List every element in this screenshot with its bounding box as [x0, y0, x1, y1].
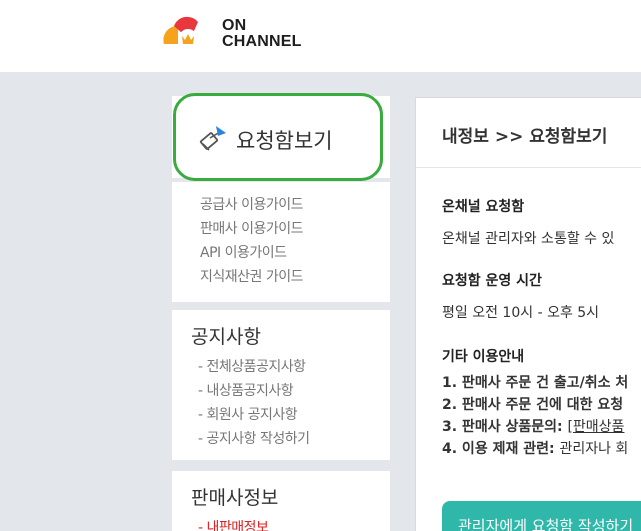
- breadcrumb: 내정보 >> 요청함보기: [442, 127, 608, 147]
- logo-text-channel: CHANNEL: [222, 33, 302, 50]
- seller-info-title: 판매사정보: [191, 487, 279, 509]
- top-header: ON CHANNEL: [0, 0, 641, 72]
- notice-box: 공지사항 - 전체상품공지사항 - 내상품공지사항 - 회원사 공지사항 - 공…: [172, 310, 390, 460]
- main-content: 내정보 >> 요청함보기 온채널 요청함 온채널 관리자와 소통할 수 있 요청…: [415, 97, 641, 531]
- guide-link-seller[interactable]: 판매사 이용가이드: [200, 218, 304, 238]
- notice-link-write[interactable]: - 공지사항 작성하기: [198, 428, 310, 448]
- highlight-outline: [173, 93, 383, 181]
- section-hours-title: 요청함 운영 시간: [442, 273, 542, 289]
- section-hours-text: 평일 오전 10시 - 오후 5시: [442, 305, 600, 321]
- onchannel-logo[interactable]: ON CHANNEL: [160, 14, 310, 54]
- logo-mark-icon: [163, 16, 204, 52]
- section-request-text: 온채널 관리자와 소통할 수 있: [442, 231, 615, 247]
- section-guide-title: 기타 이용안내: [442, 349, 525, 365]
- guide-line-1: 1. 판매사 주문 건 출고/취소 처: [442, 375, 629, 391]
- seller-link-my-info[interactable]: - 내판매정보: [198, 517, 269, 531]
- guide-link-api[interactable]: API 이용가이드: [200, 242, 287, 262]
- seller-product-link[interactable]: [판매상품: [567, 419, 624, 435]
- guide-line-4: 4. 이용 제재 관련: 관리자나 회: [442, 441, 629, 457]
- seller-info-box: 판매사정보 - 내판매정보: [172, 471, 390, 531]
- notice-title: 공지사항: [191, 326, 261, 348]
- guide-line-2: 2. 판매사 주문 건에 대한 요청: [442, 397, 624, 413]
- guide-link-ip[interactable]: 지식재산권 가이드: [200, 266, 304, 286]
- notice-link-all[interactable]: - 전체상품공지사항: [198, 356, 306, 376]
- logo-text-on: ON: [222, 17, 247, 34]
- notice-link-mine[interactable]: - 내상품공지사항: [198, 380, 294, 400]
- notice-link-member[interactable]: - 회원사 공지사항: [198, 404, 298, 424]
- main-header: 내정보 >> 요청함보기: [416, 98, 641, 168]
- guide-line-3: 3. 판매사 상품문의: [판매상품: [442, 419, 625, 435]
- guide-links-box: 공급사 이용가이드 판매사 이용가이드 API 이용가이드 지식재산권 가이드: [172, 182, 390, 302]
- write-request-button[interactable]: 관리자에게 요청함 작성하기: [442, 501, 641, 531]
- section-request-title: 온채널 요청함: [442, 199, 525, 215]
- guide-link-supplier[interactable]: 공급사 이용가이드: [200, 194, 304, 214]
